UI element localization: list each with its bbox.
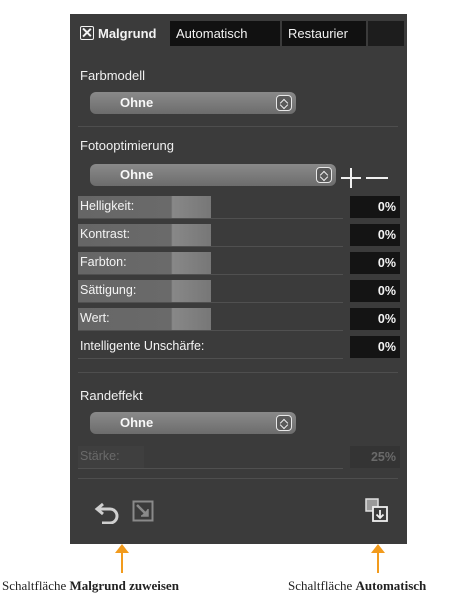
value-field[interactable]: 0% <box>350 196 400 218</box>
slider-label: Helligkeit: <box>80 199 135 213</box>
randeffekt-select[interactable]: Ohne <box>90 412 296 434</box>
unschaerfe-value-field[interactable]: 0% <box>350 336 400 358</box>
tab-restaurier[interactable]: Restaurier <box>282 21 366 46</box>
slider-label: Wert: <box>80 311 110 325</box>
farbmodell-select[interactable]: Ohne <box>90 92 296 114</box>
unschaerfe-row: Intelligente Unschärfe: 0% <box>78 336 400 359</box>
tab-malgrund-label: Malgrund <box>98 26 157 41</box>
farbmodell-value: Ohne <box>120 95 154 110</box>
slider-underline <box>78 218 343 219</box>
tab-bar: Malgrund Automatisch Restaurier <box>70 14 407 50</box>
divider <box>78 372 398 373</box>
arrow-shaft <box>121 551 123 573</box>
undo-icon[interactable] <box>94 500 122 524</box>
chevron-updown-icon <box>316 167 332 183</box>
callout-arrow-left <box>115 544 129 574</box>
divider <box>78 126 398 127</box>
value-field[interactable]: 0% <box>350 252 400 274</box>
value-field: 25% <box>350 446 400 468</box>
chevron-updown-icon <box>276 95 292 111</box>
tab-malgrund[interactable]: Malgrund <box>78 21 170 46</box>
slider-helligkeit[interactable]: Helligkeit: 0% <box>78 196 400 219</box>
slider-label: Kontrast: <box>80 227 131 241</box>
farbmodell-label: Farbmodell <box>80 68 146 83</box>
callout-arrow-right <box>371 544 385 574</box>
slider-label: Sättigung: <box>80 283 137 297</box>
close-icon[interactable] <box>80 26 94 40</box>
fotooptimierung-select[interactable]: Ohne <box>90 164 336 186</box>
slider-underline <box>78 468 343 469</box>
caption-automatisch: Schaltfläche Automatisch <box>288 578 426 594</box>
malgrund-panel: Malgrund Automatisch Restaurier Farbmode… <box>70 14 407 544</box>
slider-underline <box>78 330 343 331</box>
value-field[interactable]: 0% <box>350 280 400 302</box>
chevron-updown-icon <box>276 415 292 431</box>
unschaerfe-label: Intelligente Unschärfe: <box>80 339 205 353</box>
slider-underline <box>78 358 343 359</box>
slider-staerke: Stärke: 25% <box>78 446 400 469</box>
arrow-shaft <box>377 551 379 573</box>
randeffekt-value: Ohne <box>120 415 154 430</box>
add-preset-icon[interactable] <box>341 168 361 188</box>
caption-prefix: Schaltfläche <box>2 578 67 593</box>
value-field[interactable]: 0% <box>350 308 400 330</box>
automatisch-icon[interactable] <box>365 498 389 524</box>
slider-underline <box>78 274 343 275</box>
slider-label: Stärke: <box>80 449 120 463</box>
divider <box>78 478 398 479</box>
slider-saettigung[interactable]: Sättigung: 0% <box>78 280 400 303</box>
caption-bold: Malgrund zuweisen <box>69 578 179 593</box>
value-field[interactable]: 0% <box>350 224 400 246</box>
bottom-toolbar <box>70 482 407 544</box>
caption-malgrund-zuweisen: Schaltfläche Malgrund zuweisen <box>2 578 179 594</box>
fotooptimierung-value: Ohne <box>120 167 154 182</box>
slider-underline <box>78 246 343 247</box>
apply-malgrund-icon[interactable] <box>132 500 154 522</box>
randeffekt-label: Randeffekt <box>80 388 143 403</box>
caption-bold: Automatisch <box>355 578 427 593</box>
slider-wert[interactable]: Wert: 0% <box>78 308 400 331</box>
tab-bar-filler <box>368 21 404 46</box>
slider-underline <box>78 302 343 303</box>
slider-label: Farbton: <box>80 255 127 269</box>
fotooptimierung-label: Fotooptimierung <box>80 138 174 153</box>
tab-automatisch[interactable]: Automatisch <box>170 21 280 46</box>
slider-kontrast[interactable]: Kontrast: 0% <box>78 224 400 247</box>
caption-prefix: Schaltfläche <box>288 578 353 593</box>
slider-farbton[interactable]: Farbton: 0% <box>78 252 400 275</box>
remove-preset-icon[interactable] <box>366 168 388 188</box>
